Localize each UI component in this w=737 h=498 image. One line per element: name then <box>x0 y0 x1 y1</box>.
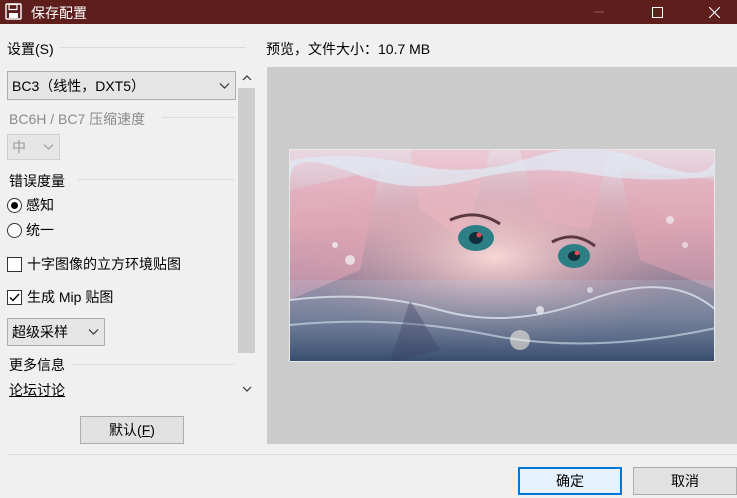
scroll-thumb[interactable] <box>238 88 255 353</box>
speed-select[interactable]: 中 <box>7 134 60 160</box>
ok-button-label: 确定 <box>556 473 584 489</box>
settings-header: 设置(S) <box>7 41 54 57</box>
window-title: 保存配置 <box>31 5 87 21</box>
chevron-up-icon <box>242 74 251 80</box>
default-button[interactable]: 默认(F) <box>80 416 184 444</box>
title-bar: 保存配置 <box>0 0 737 24</box>
default-button-mnemonic: F <box>141 422 151 438</box>
format-select[interactable]: BC3（线性，DXT5） <box>7 71 236 100</box>
divider <box>60 47 246 48</box>
error-metric-label: 错误度量 <box>9 173 65 189</box>
close-icon <box>708 6 720 18</box>
checkbox-checked-icon <box>7 289 22 305</box>
settings-scrollbar[interactable] <box>237 68 256 400</box>
cancel-button[interactable]: 取消 <box>633 467 737 495</box>
minimize-icon <box>594 11 604 13</box>
maximize-button[interactable] <box>634 0 680 24</box>
preview-label: 预览，文件大小：10.7 MB <box>266 41 431 57</box>
chevron-down-icon <box>219 82 230 89</box>
maximize-icon <box>651 6 663 18</box>
preview-image <box>289 149 715 362</box>
more-info-label: 更多信息 <box>9 357 65 373</box>
scroll-down-button[interactable] <box>237 379 256 398</box>
divider <box>162 117 235 118</box>
close-button[interactable] <box>691 0 737 24</box>
cancel-button-label: 取消 <box>671 473 699 489</box>
default-button-label: 默认( <box>109 422 142 438</box>
chevron-down-icon <box>88 329 99 335</box>
anime-girl-underwater-image <box>290 150 714 361</box>
radio-uniform-label: 统一 <box>26 222 54 238</box>
checkmark-icon <box>9 293 20 302</box>
format-select-value: BC3（线性，DXT5） <box>12 77 146 94</box>
settings-panel: BC3（线性，DXT5） BC6H / BC7 压缩速度 中 错误度量 感知 统… <box>0 68 260 400</box>
divider <box>78 179 235 180</box>
bc6-speed-label: BC6H / BC7 压缩速度 <box>9 111 146 127</box>
radio-unselected-icon <box>7 222 22 238</box>
radio-uniform[interactable]: 统一 <box>7 220 54 240</box>
checkbox-unchecked-icon <box>7 256 22 272</box>
speed-select-value: 中 <box>12 139 26 155</box>
divider <box>7 454 737 455</box>
checkbox-cubemap-label: 十字图像的立方环境贴图 <box>27 256 181 272</box>
default-button-label-end: ) <box>150 422 155 438</box>
radio-selected-icon <box>7 197 22 213</box>
sampling-select[interactable]: 超级采样 <box>7 318 105 346</box>
checkbox-mipmap[interactable]: 生成 Mip 贴图 <box>7 287 113 307</box>
ok-button[interactable]: 确定 <box>518 467 622 495</box>
minimize-button[interactable] <box>576 0 622 24</box>
forum-link[interactable]: 论坛讨论 <box>9 380 65 400</box>
floppy-disk-icon <box>5 3 22 20</box>
divider <box>72 364 235 365</box>
chevron-down-icon <box>242 386 251 392</box>
radio-perceptual[interactable]: 感知 <box>7 195 54 215</box>
sampling-select-value: 超级采样 <box>12 324 68 340</box>
radio-perceptual-label: 感知 <box>26 197 54 213</box>
checkbox-mipmap-label: 生成 Mip 贴图 <box>27 289 114 305</box>
checkbox-cubemap[interactable]: 十字图像的立方环境贴图 <box>7 254 181 274</box>
scroll-up-button[interactable] <box>237 68 256 87</box>
chevron-down-icon <box>43 144 54 150</box>
